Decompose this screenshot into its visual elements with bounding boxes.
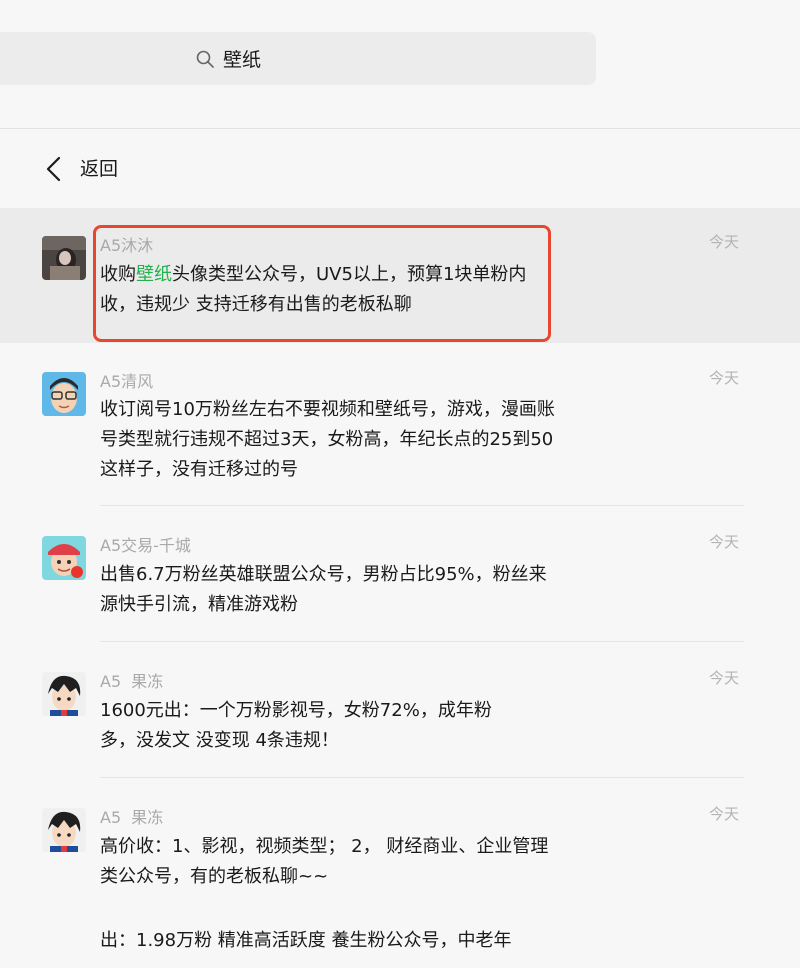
search-input[interactable]: 壁纸 [0, 32, 596, 85]
back-label: 返回 [80, 158, 119, 180]
avatar [42, 808, 86, 852]
avatar [42, 672, 86, 716]
message-text: 1600元出：一个万粉影视号，女粉72%，成年粉多，没发文 没变现 4条违规！ [100, 700, 492, 751]
chevron-left-icon [46, 156, 61, 182]
message-time: 今天 [708, 369, 739, 387]
list-item[interactable]: A5 果冻 今天 1600元出：一个万粉影视号，女粉72%，成年粉多，没发文 没… [0, 642, 800, 778]
header-divider [0, 128, 800, 129]
sender-name: A5 果冻 [100, 808, 164, 827]
list-item[interactable]: A5清风 今天 收订阅号10万粉丝左右不要视频和壁纸号，游戏，漫画账号类型就行违… [0, 343, 800, 506]
message-text: 出售6.7万粉丝英雄联盟公众号，男粉占比95%，粉丝来源快手引流，精准游戏粉 [100, 564, 547, 615]
avatar [42, 536, 86, 580]
search-query[interactable]: 壁纸 [223, 45, 261, 72]
message-text: 高价收：1、影视，视频类型； 2， 财经商业、企业管理类公众号，有的老板私聊~~ [100, 836, 549, 887]
message-text: 出：1.98万粉 精准高活跃度 養生粉公众号，中老年 [100, 930, 512, 951]
sender-name: A5清风 [100, 372, 154, 391]
message-time: 今天 [708, 233, 739, 251]
list-item[interactable]: A5 果冻 今天 高价收：1、影视，视频类型； 2， 财经商业、企业管理类公众号… [0, 778, 800, 968]
message-text: 收订阅号10万粉丝左右不要视频和壁纸号，游戏，漫画账号类型就行违规不超过3天，女… [100, 399, 555, 480]
list-item[interactable]: A5交易-千城 今天 出售6.7万粉丝英雄联盟公众号，男粉占比95%，粉丝来源快… [0, 506, 800, 642]
annotation-highlight-box [93, 225, 551, 342]
back-button[interactable]: 返回 [0, 140, 800, 198]
message-time: 今天 [708, 669, 739, 687]
sender-name: A5交易-千城 [100, 536, 191, 555]
message-time: 今天 [708, 805, 739, 823]
search-icon [196, 50, 214, 68]
message-time: 今天 [708, 533, 739, 551]
search-area: 壁纸 [0, 0, 800, 128]
avatar [42, 372, 86, 416]
sender-name: A5 果冻 [100, 672, 164, 691]
avatar [42, 236, 86, 280]
